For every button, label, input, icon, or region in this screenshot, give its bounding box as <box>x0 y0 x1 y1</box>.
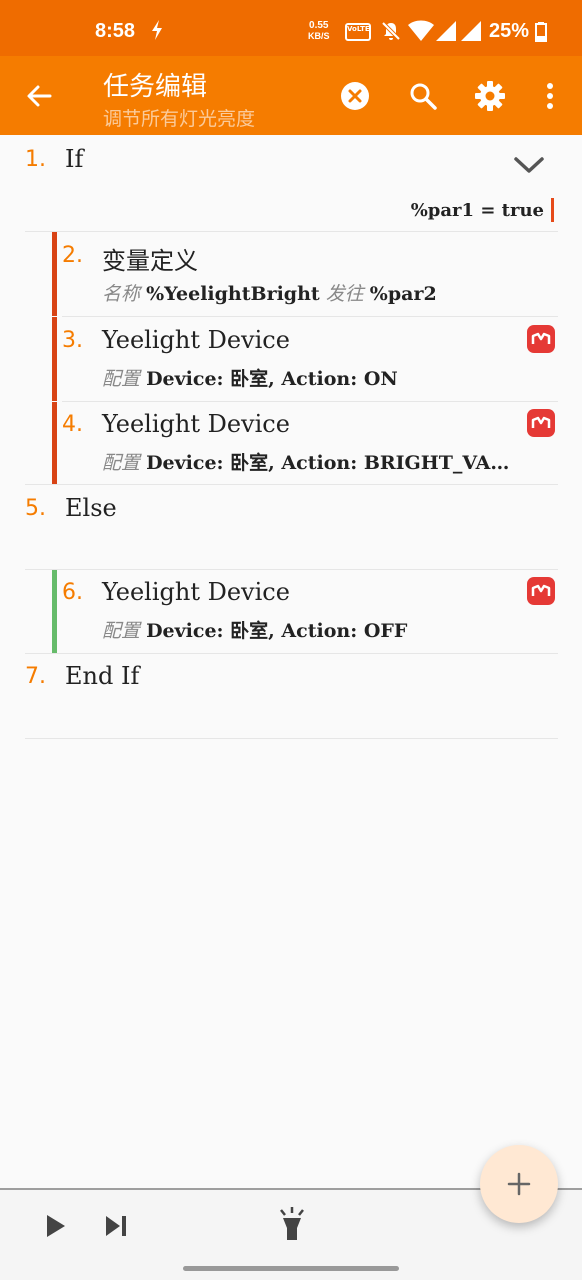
action-row-variable-set[interactable]: 2. 变量定义 名称 %YeelightBright 发往 %par2 <box>0 232 582 316</box>
action-params: 名称 %YeelightBright 发往 %par2 <box>102 279 437 306</box>
flashlight-button[interactable] <box>272 1204 312 1244</box>
search-button[interactable] <box>403 76 443 116</box>
search-icon <box>410 83 437 110</box>
status-time: 8:58 <box>95 20 136 42</box>
if-branch-indicator <box>52 402 57 484</box>
wifi-icon <box>408 20 434 46</box>
page-subtitle: 调节所有灯光亮度 <box>103 108 256 130</box>
param-label: 发往 <box>325 283 364 305</box>
clear-button[interactable] <box>335 76 375 116</box>
action-title: Else <box>65 494 117 522</box>
if-branch-indicator <box>52 232 57 316</box>
condition-marker <box>551 198 554 222</box>
param-value: %YeelightBright <box>146 283 320 305</box>
action-params: 配置 Device: 卧室, Action: ON <box>102 364 398 391</box>
action-row-else[interactable]: 5. Else <box>0 485 582 569</box>
action-title: Yeelight Device <box>102 410 290 438</box>
gesture-nav-bar[interactable] <box>183 1266 399 1271</box>
settings-button[interactable] <box>470 76 510 116</box>
action-number: 4. <box>62 412 83 437</box>
param-label: 配置 <box>102 620 141 642</box>
status-bar: 8:58 0.55 KB/S VoLTE 25% <box>0 0 582 56</box>
battery-percent: 25% <box>489 20 530 42</box>
yeelight-plugin-icon <box>527 325 555 353</box>
action-number: 2. <box>62 243 83 268</box>
yeelight-plugin-icon <box>527 577 555 605</box>
network-speed: 0.55 KB/S <box>308 20 330 42</box>
action-title: 变量定义 <box>102 247 198 275</box>
page-title: 任务编辑 <box>103 72 208 102</box>
more-vert-icon <box>547 83 553 109</box>
action-row-if[interactable]: 1. If %par1 = true <box>0 135 582 231</box>
action-params: 配置 Device: 卧室, Action: OFF <box>102 616 407 643</box>
app-bar: 任务编辑 调节所有灯光亮度 <box>0 56 582 135</box>
signal-icon-2 <box>461 20 481 46</box>
network-speed-value: 0.55 <box>309 20 329 31</box>
action-row-end-if[interactable]: 7. End If <box>0 654 582 738</box>
action-row-yeelight-on[interactable]: 3. Yeelight Device 配置 Device: 卧室, Action… <box>0 317 582 401</box>
else-branch-indicator <box>52 570 57 653</box>
add-action-fab[interactable] <box>480 1145 558 1223</box>
network-speed-unit: KB/S <box>308 31 330 41</box>
settings-icon <box>475 81 505 111</box>
param-value: Device: 卧室, Action: BRIGHT_VA… <box>146 452 510 474</box>
action-number: 3. <box>62 328 83 353</box>
param-value: Device: 卧室, Action: OFF <box>146 620 408 642</box>
play-icon <box>47 1215 65 1237</box>
action-number: 6. <box>62 580 83 605</box>
flashlight-icon <box>280 1207 304 1240</box>
volte-icon: VoLTE <box>345 23 371 41</box>
action-title: If <box>65 145 84 173</box>
param-label: 配置 <box>102 368 141 390</box>
action-number: 1. <box>25 147 46 172</box>
step-button[interactable] <box>98 1208 134 1244</box>
action-number: 7. <box>25 664 46 689</box>
if-branch-indicator <box>52 317 57 401</box>
param-label: 名称 <box>102 283 141 305</box>
charging-bolt-icon <box>150 20 164 45</box>
collapse-chevron-icon[interactable] <box>513 155 545 179</box>
more-options-button[interactable] <box>530 76 570 116</box>
param-value: Device: 卧室, Action: ON <box>146 368 398 390</box>
param-label: 配置 <box>102 452 141 474</box>
divider <box>25 738 558 739</box>
signal-icon-1 <box>436 20 456 46</box>
action-number: 5. <box>25 496 46 521</box>
mute-icon <box>380 20 402 46</box>
action-title: End If <box>65 662 140 690</box>
action-row-yeelight-bright[interactable]: 4. Yeelight Device 配置 Device: 卧室, Action… <box>0 402 582 484</box>
step-icon <box>106 1216 126 1236</box>
action-params: 配置 Device: 卧室, Action: BRIGHT_VA… <box>102 448 509 475</box>
action-title: Yeelight Device <box>102 578 290 606</box>
action-title: Yeelight Device <box>102 326 290 354</box>
param-value: %par2 <box>369 283 437 305</box>
yeelight-plugin-icon <box>527 409 555 437</box>
back-button[interactable] <box>22 79 56 113</box>
clear-icon <box>341 82 369 110</box>
action-row-yeelight-off[interactable]: 6. Yeelight Device 配置 Device: 卧室, Action… <box>0 570 582 653</box>
add-icon <box>507 1172 531 1196</box>
if-condition: %par1 = true <box>410 200 544 221</box>
play-button[interactable] <box>38 1208 74 1244</box>
battery-icon <box>535 22 547 46</box>
back-arrow-icon <box>27 85 52 107</box>
